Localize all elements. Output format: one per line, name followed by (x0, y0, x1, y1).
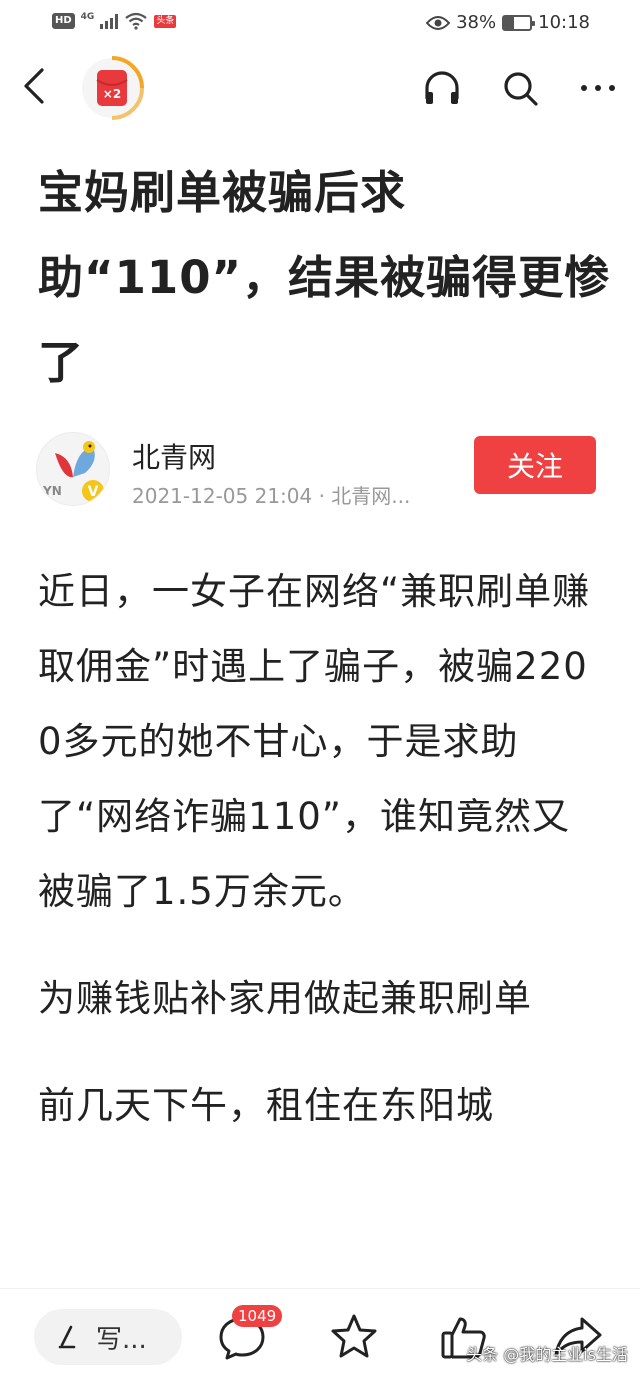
battery-percent: 38% (456, 12, 497, 33)
bottom-action-bar: 写... 1049 头条 @我的主业is生活 (0, 1288, 640, 1387)
section-heading: 为赚钱贴补家用做起兼职刷单 (38, 977, 532, 1020)
wifi-icon (125, 12, 148, 30)
author-row: YN V 北青网 2021-12-05 21:04 · 北青网... 关注 (36, 432, 604, 512)
headphones-icon (425, 71, 459, 104)
network-type: 4G (80, 12, 95, 22)
comment-placeholder: 写... (96, 1324, 147, 1355)
search-button[interactable] (498, 66, 542, 110)
eye-icon (426, 15, 451, 30)
nav-actions (420, 66, 620, 110)
paragraph: 前几天下午，租住在东阳城 (38, 1084, 494, 1127)
hd-badge: HD (52, 13, 75, 29)
status-right: 38% 10:18 (426, 12, 590, 33)
reward-multiplier: ×2 (103, 87, 121, 101)
pen-icon (58, 1325, 76, 1349)
favorite-button[interactable] (328, 1311, 380, 1363)
comment-count-badge: 1049 (232, 1305, 283, 1327)
more-dots-icon (581, 85, 615, 91)
verified-icon: V (88, 484, 99, 500)
bird-logo-icon: YN V (42, 441, 104, 502)
status-bar: HD 4G 头条 38% 10:18 (0, 0, 640, 48)
nav-bar: ×2 (0, 48, 640, 130)
more-button[interactable] (576, 66, 620, 110)
comment-input[interactable]: 写... (34, 1309, 182, 1365)
battery-level (504, 16, 514, 29)
author-name[interactable]: 北青网 (132, 436, 216, 476)
article-title: 宝妈刷单被骗后求助“110”，结果被骗得更惨了 (38, 166, 611, 389)
red-packet-icon: ×2 (82, 56, 144, 120)
chevron-left-icon (24, 68, 44, 104)
article-body: 近日，一女子在网络“兼职刷单赚取佣金”时遇上了骗子，被骗2200多元的她不甘心，… (38, 554, 604, 1175)
toutiao-watermark: 头条 @我的主业is生活 (466, 1345, 628, 1364)
paragraph: 近日，一女子在网络“兼职刷单赚取佣金”时遇上了骗子，被骗2200多元的她不甘心，… (38, 570, 591, 913)
follow-button[interactable]: 关注 (474, 436, 596, 494)
star-icon (331, 1314, 377, 1358)
publish-meta: 2021-12-05 21:04 · 北青网... (132, 484, 411, 508)
battery-icon (502, 14, 536, 31)
clock: 10:18 (538, 12, 590, 33)
back-button[interactable] (16, 66, 56, 106)
toutiao-app-badge: 头条 (154, 14, 177, 28)
search-icon (504, 72, 538, 106)
reward-badge-button[interactable]: ×2 (80, 56, 144, 120)
author-avatar[interactable]: YN V (36, 432, 110, 506)
listen-button[interactable] (420, 66, 464, 110)
avatar-text: YN (42, 484, 62, 498)
status-left: HD 4G 头条 (52, 12, 177, 30)
signal-icon (100, 13, 119, 29)
